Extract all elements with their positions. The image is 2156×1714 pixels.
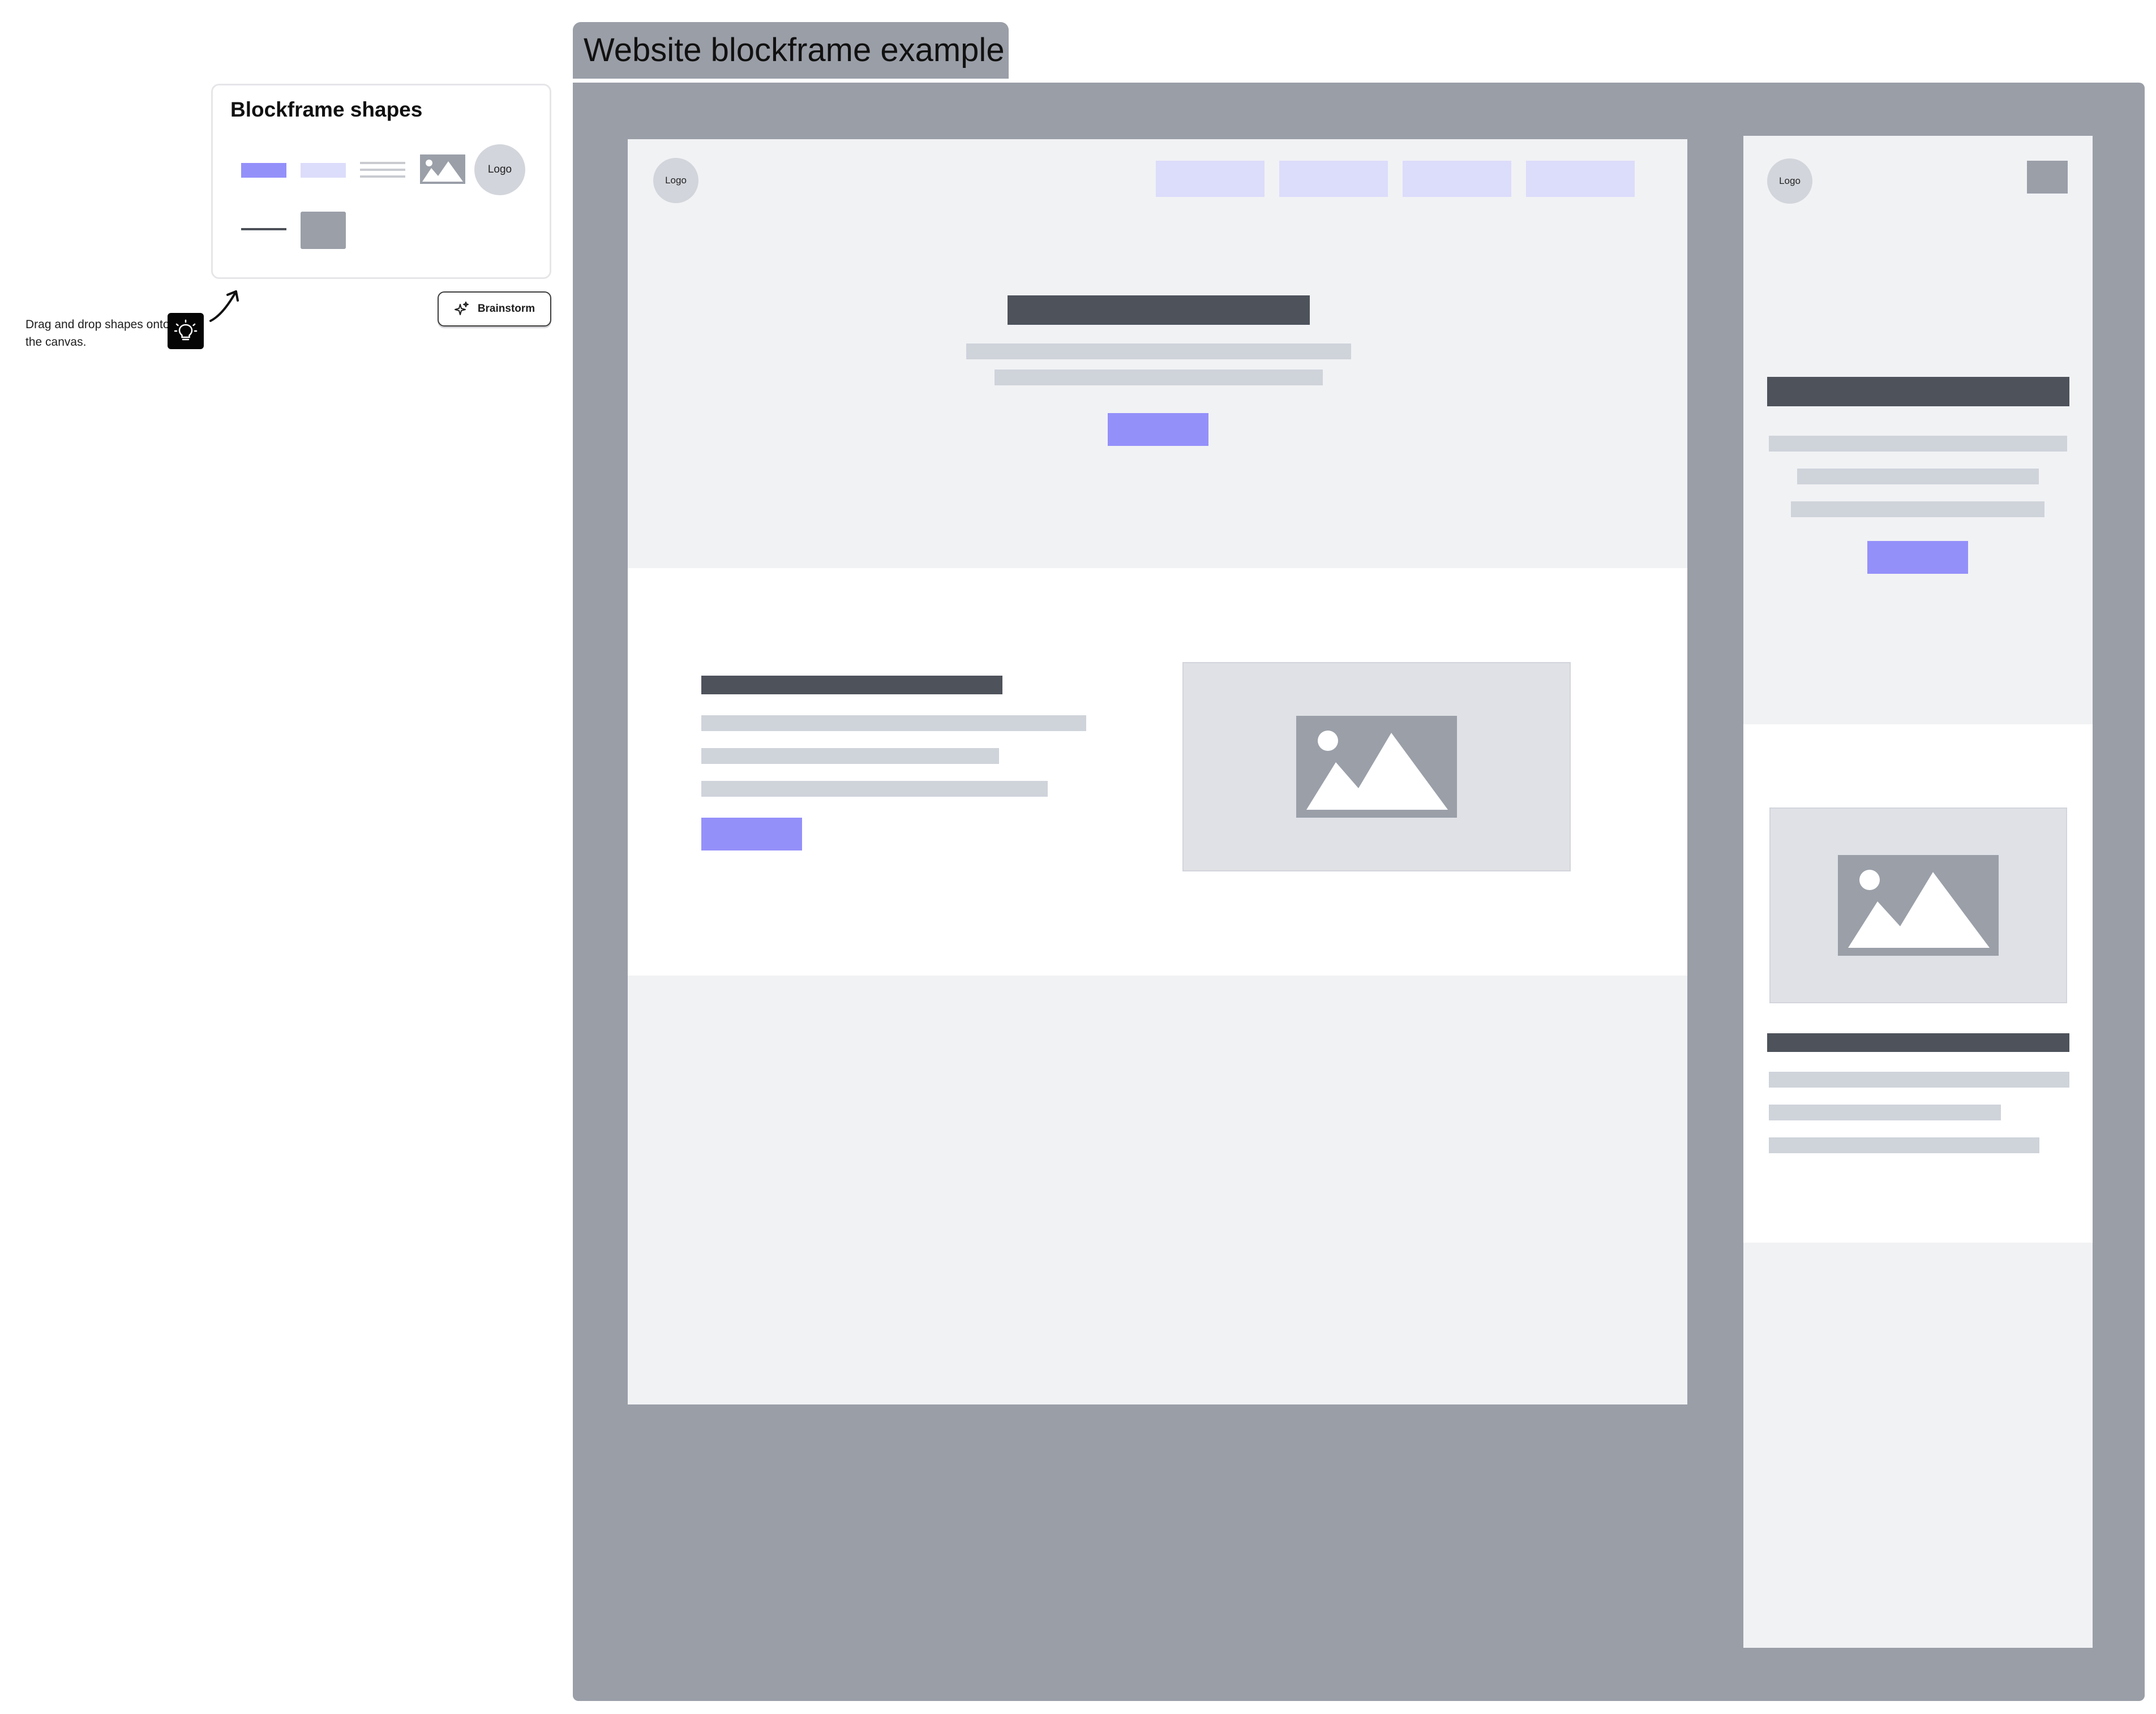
mobile-content-heading-block[interactable] <box>1767 1033 2069 1052</box>
desktop-logo[interactable]: Logo <box>653 158 698 203</box>
mobile-content-text-line[interactable] <box>1769 1137 2039 1153</box>
frame-title[interactable]: Website blockframe example <box>573 22 1009 79</box>
lightbulb-icon <box>168 313 204 349</box>
image-placeholder-icon <box>1296 716 1457 818</box>
shape-accent-block[interactable] <box>241 163 286 178</box>
mobile-hero-cta-button[interactable] <box>1867 541 1968 574</box>
desktop-nav-item[interactable] <box>1526 161 1635 197</box>
mobile-content-section[interactable] <box>1743 724 2093 1243</box>
shape-divider-line[interactable] <box>241 228 286 230</box>
shape-image-placeholder[interactable] <box>420 154 465 184</box>
image-placeholder-icon <box>422 160 463 182</box>
curved-arrow-icon <box>209 290 239 322</box>
website-frame[interactable]: Logo Logo <box>573 83 2145 1701</box>
desktop-content-section[interactable] <box>628 568 1687 976</box>
shape-text-lines[interactable] <box>360 162 405 179</box>
shape-logo-circle[interactable]: Logo <box>474 144 525 195</box>
mobile-hero-text-line[interactable] <box>1769 436 2067 452</box>
desktop-nav-item[interactable] <box>1279 161 1388 197</box>
shape-logo-label: Logo <box>487 164 512 175</box>
mobile-menu-button[interactable] <box>2027 161 2068 194</box>
panel-title: Blockframe shapes <box>230 98 423 121</box>
mobile-hero-heading-block[interactable] <box>1767 377 2069 406</box>
mobile-content-text-line[interactable] <box>1769 1072 2069 1088</box>
desktop-nav-item[interactable] <box>1403 161 1511 197</box>
hero-text-line[interactable] <box>966 343 1351 359</box>
sparkle-icon <box>454 302 469 315</box>
content-text-line[interactable] <box>701 781 1048 797</box>
desktop-nav-item[interactable] <box>1156 161 1265 197</box>
mobile-hero-text-line[interactable] <box>1791 501 2044 517</box>
content-cta-button[interactable] <box>701 818 802 850</box>
content-heading-block[interactable] <box>701 676 1002 694</box>
mobile-wireframe[interactable]: Logo <box>1743 136 2093 1648</box>
drag-hint-text: Drag and drop shapes onto the canvas. <box>25 318 170 349</box>
content-text-line[interactable] <box>701 748 999 764</box>
mobile-hero-text-line[interactable] <box>1797 469 2039 484</box>
hero-heading-block[interactable] <box>1008 295 1310 325</box>
mobile-image-placeholder[interactable] <box>1769 807 2067 1003</box>
brainstorm-label: Brainstorm <box>477 303 535 315</box>
image-placeholder-icon <box>1838 855 1999 956</box>
content-text-line[interactable] <box>701 715 1086 731</box>
brainstorm-button[interactable]: Brainstorm <box>438 291 551 327</box>
shape-light-block[interactable] <box>301 163 346 178</box>
shape-gray-box[interactable] <box>301 212 346 249</box>
mobile-logo[interactable]: Logo <box>1767 158 1812 204</box>
mobile-logo-label: Logo <box>1779 175 1801 186</box>
mobile-content-text-line[interactable] <box>1769 1105 2001 1120</box>
desktop-logo-label: Logo <box>665 175 687 186</box>
hero-cta-button[interactable] <box>1108 413 1208 446</box>
desktop-wireframe[interactable]: Logo <box>628 139 1687 1404</box>
content-image-placeholder[interactable] <box>1182 662 1571 871</box>
hero-text-line[interactable] <box>995 370 1323 385</box>
blockframe-shapes-panel: Blockframe shapes Logo <box>211 84 551 279</box>
